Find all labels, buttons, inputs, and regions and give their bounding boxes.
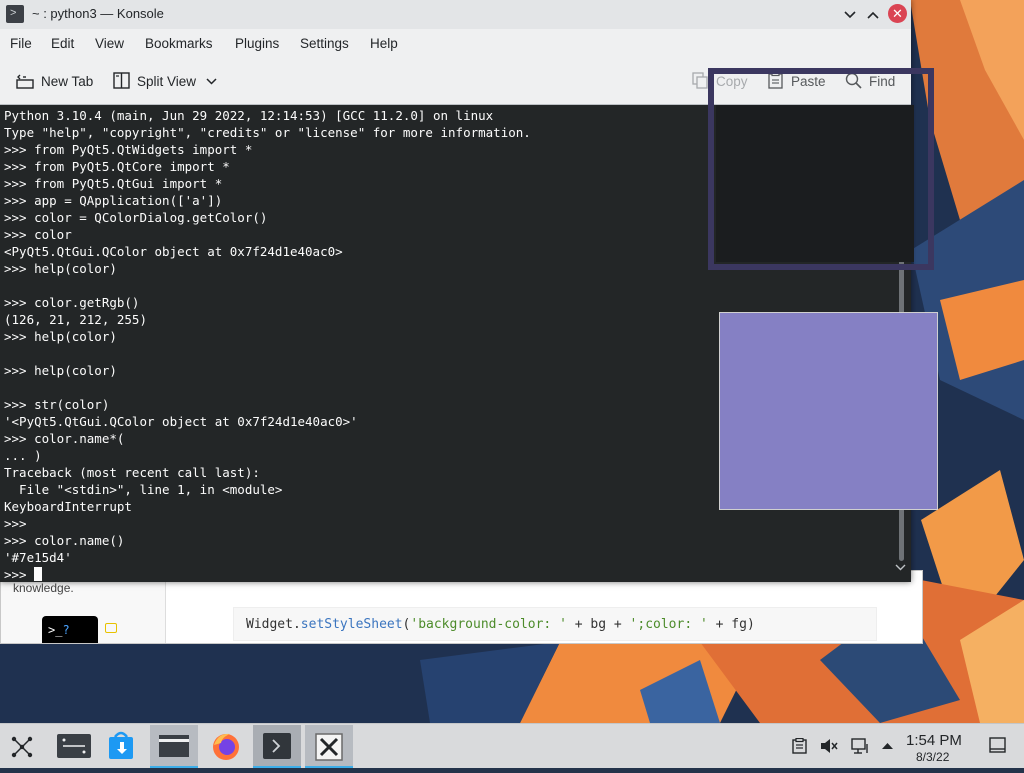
split-view-icon <box>113 72 130 89</box>
menu-file[interactable]: File <box>10 36 32 51</box>
title-bar[interactable]: > ~ : python3 — Konsole ✕ <box>0 0 911 29</box>
menu-help[interactable]: Help <box>370 36 398 51</box>
code-end: + fg) <box>707 617 755 632</box>
code-mid: + bg + <box>566 617 630 632</box>
network-icon[interactable] <box>851 738 869 754</box>
firefox-icon <box>213 733 239 760</box>
terminal-line: Traceback (most recent call last): <box>4 465 260 480</box>
terminal-line: >>> color.name*( <box>4 431 125 446</box>
terminal-line: >>> help(color) <box>4 261 117 276</box>
color-swatch-window[interactable] <box>719 312 938 510</box>
background-text: knowledge. <box>13 581 74 595</box>
code-string-1: 'background-color: ' <box>410 617 567 632</box>
discover-icon <box>109 731 133 759</box>
discover-button[interactable] <box>98 725 146 768</box>
volume-muted-icon[interactable] <box>820 738 838 754</box>
chevron-down-icon <box>844 11 856 19</box>
terminal-line: Python 3.10.4 (main, Jun 29 2022, 12:14:… <box>4 108 494 123</box>
terminal-line: >>> color = QColorDialog.getColor() <box>4 210 268 225</box>
terminal-line: >>> app = QApplication(['a']) <box>4 193 223 208</box>
xterm-icon <box>315 733 343 761</box>
clock-time[interactable]: 1:54 PM <box>906 732 962 749</box>
terminal-lines: Python 3.10.4 (main, Jun 29 2022, 12:14:… <box>4 107 531 582</box>
close-button[interactable]: ✕ <box>888 4 907 23</box>
menu-settings[interactable]: Settings <box>300 36 349 51</box>
dolphin-button[interactable] <box>150 725 198 768</box>
terminal-line: '<PyQt5.QtGui.QColor object at 0x7f24d1e… <box>4 414 358 429</box>
code-snippet: Widget.setStyleSheet('background-color: … <box>233 607 877 641</box>
text-cursor <box>34 567 43 581</box>
menu-bookmarks[interactable]: Bookmarks <box>145 36 213 51</box>
menu-edit[interactable]: Edit <box>51 36 74 51</box>
show-desktop-icon[interactable] <box>989 737 1006 753</box>
taskbar: 1:54 PM 8/3/22 <box>0 723 1024 768</box>
code-function: setStyleSheet <box>300 617 403 632</box>
minimize-button[interactable] <box>840 4 860 24</box>
chevron-down-icon[interactable] <box>206 78 217 85</box>
terminal-line: >>> <box>4 516 27 531</box>
terminal-prompt-line[interactable]: >>> <box>4 566 531 582</box>
terminal-line: >>> from PyQt5.QtWidgets import * <box>4 142 253 157</box>
overlay-window-content <box>716 105 914 262</box>
code-string-2: ';color: ' <box>629 617 708 632</box>
konsole-icon[interactable]: > <box>6 5 24 23</box>
terminal-line: Type "help", "copyright", "credits" or "… <box>4 125 531 140</box>
new-tab-button[interactable]: New Tab <box>41 74 93 89</box>
terminal-line: >>> from PyQt5.QtGui import * <box>4 176 223 191</box>
terminal-line: KeyboardInterrupt <box>4 499 132 514</box>
menu-bar: File Edit View Bookmarks Plugins Setting… <box>0 29 911 59</box>
chevron-up-icon <box>867 11 879 19</box>
scroll-down-icon[interactable] <box>895 564 906 571</box>
terminal-line: >>> color.name() <box>4 533 125 548</box>
maximize-button[interactable] <box>863 4 883 24</box>
konsole-task-button[interactable] <box>253 725 301 768</box>
close-icon: ✕ <box>892 6 903 21</box>
code-prefix: Widget. <box>246 617 301 632</box>
terminal-line: >>> str(color) <box>4 397 110 412</box>
xterm-button[interactable] <box>305 725 353 768</box>
terminal-line: >>> help(color) <box>4 363 117 378</box>
terminal-line: >>> help(color) <box>4 329 117 344</box>
new-tab-icon <box>16 74 34 89</box>
terminal-line: >>> color.getRgb() <box>4 295 140 310</box>
split-view-button[interactable]: Split View <box>137 74 196 89</box>
terminal-line: >>> from PyQt5.QtCore import * <box>4 159 230 174</box>
launcher-icon <box>11 736 33 758</box>
terminal-line: >>> color <box>4 227 72 242</box>
prompt: >>> <box>4 567 35 582</box>
menu-view[interactable]: View <box>95 36 124 51</box>
terminal-line: (126, 21, 212, 255) <box>4 312 147 327</box>
folder-icon <box>159 735 189 757</box>
menu-plugins[interactable]: Plugins <box>235 36 279 51</box>
terminal-line: File "<stdin>", line 1, in <module> <box>4 482 283 497</box>
note-icon <box>105 623 117 633</box>
clipboard-icon[interactable] <box>792 738 807 754</box>
chevron-up-icon[interactable] <box>881 742 894 750</box>
konsole-icon <box>263 733 291 759</box>
pager-icon <box>57 734 91 758</box>
pager-button[interactable] <box>50 725 98 768</box>
window-title: ~ : python3 — Konsole <box>32 6 164 21</box>
terminal-line: <PyQt5.QtGui.QColor object at 0x7f24d1e4… <box>4 244 343 259</box>
terminal-icon: >_? <box>42 616 98 643</box>
firefox-button[interactable] <box>202 725 250 768</box>
copy-icon <box>692 72 708 89</box>
terminal-line: ... ) <box>4 448 42 463</box>
application-launcher-button[interactable] <box>0 725 48 768</box>
clock-date[interactable]: 8/3/22 <box>916 750 949 764</box>
terminal-line: '#7e15d4' <box>4 550 72 565</box>
